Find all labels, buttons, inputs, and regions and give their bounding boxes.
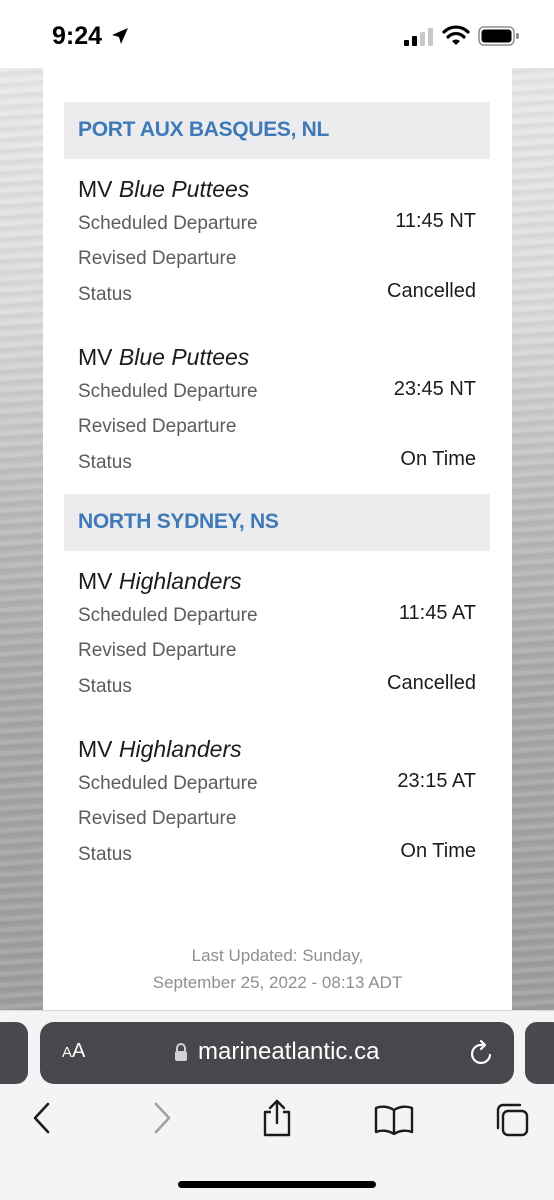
scheduled-departure-label: Scheduled Departure xyxy=(78,381,258,402)
status-bar: 9:24 xyxy=(0,0,554,68)
location-arrow-icon xyxy=(112,28,128,44)
scheduled-departure-value: 23:15 AT xyxy=(397,770,476,792)
scheduled-departure-value: 11:45 AT xyxy=(398,602,476,624)
status-label: Status xyxy=(78,844,132,865)
reload-icon[interactable] xyxy=(469,1039,495,1067)
sailing-entry: MV Blue Puttees Scheduled Departure 23:4… xyxy=(78,344,476,484)
revised-departure-label: Revised Departure xyxy=(78,808,237,829)
back-icon[interactable] xyxy=(30,1100,54,1136)
cellular-signal-icon xyxy=(404,28,433,46)
tabs-icon[interactable] xyxy=(494,1102,530,1138)
schedule-card: PORT AUX BASQUES, NL MV Blue Puttees Sch… xyxy=(43,68,512,1028)
forward-icon[interactable] xyxy=(150,1100,174,1136)
scheduled-departure-label: Scheduled Departure xyxy=(78,773,258,794)
home-indicator xyxy=(178,1181,376,1188)
vessel-name: MV Highlanders xyxy=(78,568,242,594)
scheduled-departure-label: Scheduled Departure xyxy=(78,213,258,234)
scheduled-departure-value: 23:45 NT xyxy=(393,378,476,400)
reader-settings-button[interactable]: AA xyxy=(62,1040,85,1063)
port-header-port-aux-basques: PORT AUX BASQUES, NL xyxy=(64,102,490,159)
status-value: On Time xyxy=(400,448,476,470)
battery-icon xyxy=(478,26,519,46)
status-value: Cancelled xyxy=(387,280,476,302)
revised-departure-label: Revised Departure xyxy=(78,640,237,661)
status-label: Status xyxy=(78,452,132,473)
status-time: 9:24 xyxy=(52,22,103,50)
status-label: Status xyxy=(78,676,132,697)
url-text[interactable]: marineatlantic.ca xyxy=(198,1038,379,1066)
vessel-name: MV Blue Puttees xyxy=(78,176,250,202)
port-title: PORT AUX BASQUES, NL xyxy=(78,118,330,141)
port-title: NORTH SYDNEY, NS xyxy=(78,510,279,533)
previous-tab-preview[interactable] xyxy=(0,1022,28,1084)
address-bar[interactable]: AA marineatlantic.ca xyxy=(40,1022,514,1084)
vessel-name: MV Highlanders xyxy=(78,736,242,762)
scheduled-departure-label: Scheduled Departure xyxy=(78,605,258,626)
sailing-entry: MV Highlanders Scheduled Departure 11:45… xyxy=(78,568,476,708)
status-label: Status xyxy=(78,284,132,305)
scheduled-departure-value: 11:45 NT xyxy=(395,210,476,232)
next-tab-preview[interactable] xyxy=(525,1022,554,1084)
status-value: Cancelled xyxy=(387,672,476,694)
share-icon[interactable] xyxy=(260,1098,294,1138)
wifi-icon xyxy=(442,25,470,45)
lock-icon xyxy=(175,1043,187,1061)
last-updated-text: Last Updated: Sunday, September 25, 2022… xyxy=(152,946,403,992)
vessel-name: MV Blue Puttees xyxy=(78,344,250,370)
port-header-north-sydney: NORTH SYDNEY, NS xyxy=(64,494,490,551)
bookmarks-icon[interactable] xyxy=(374,1104,414,1136)
revised-departure-label: Revised Departure xyxy=(78,416,237,437)
revised-departure-label: Revised Departure xyxy=(78,248,237,269)
sailing-entry: MV Blue Puttees Scheduled Departure 11:4… xyxy=(78,176,476,316)
status-value: On Time xyxy=(400,840,476,862)
sailing-entry: MV Highlanders Scheduled Departure 23:15… xyxy=(78,736,476,876)
